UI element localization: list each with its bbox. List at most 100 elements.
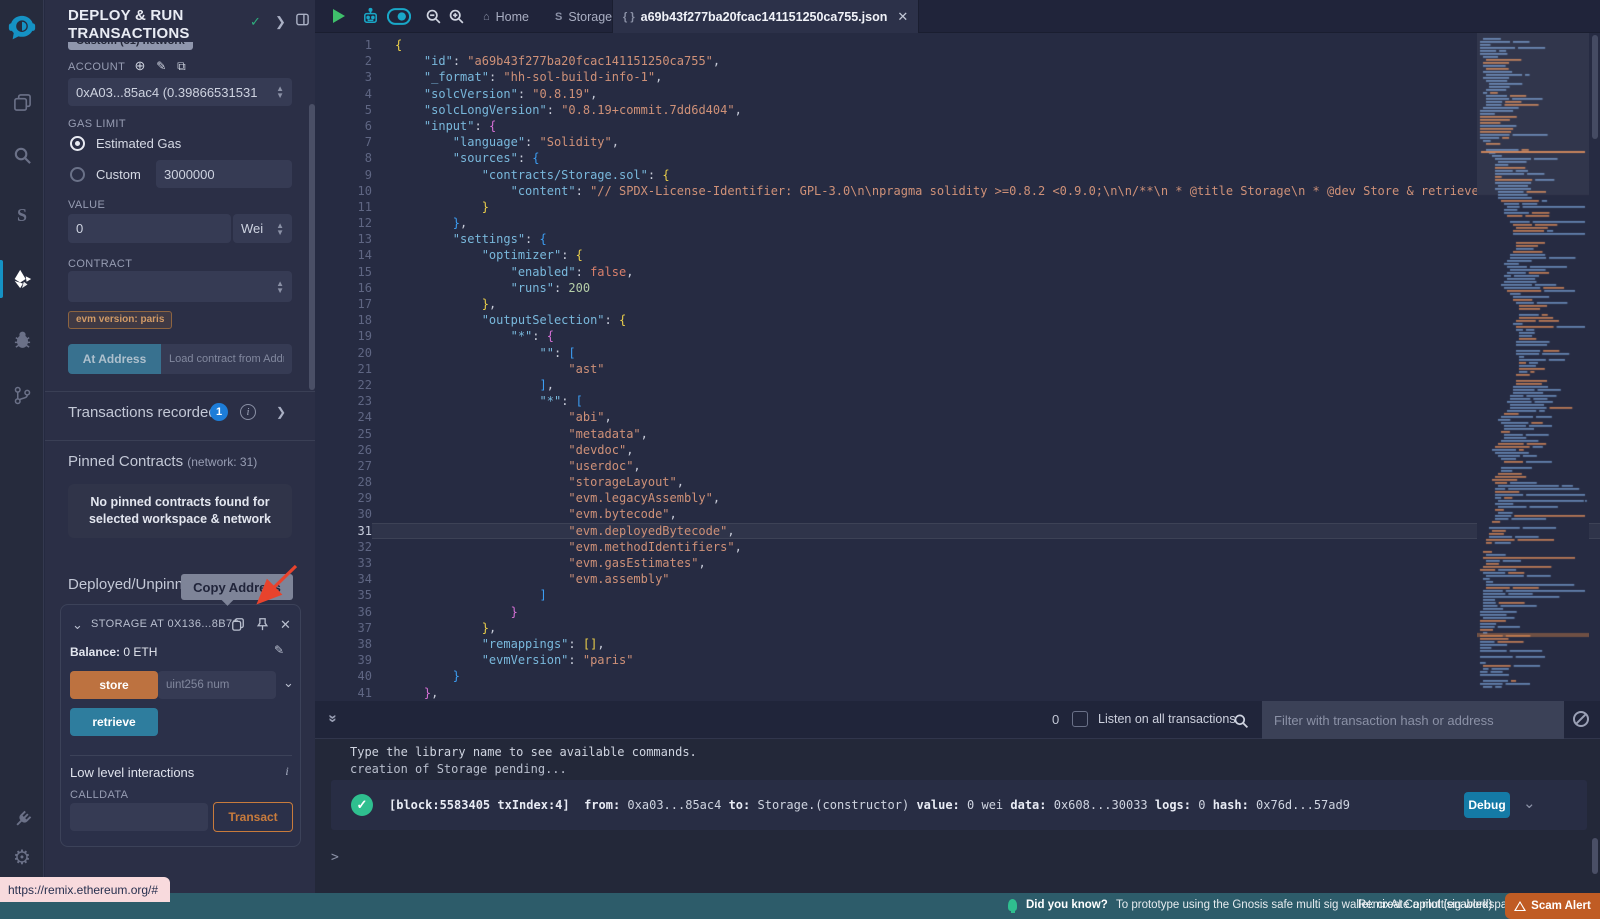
code-line[interactable]: 21 "ast" (315, 361, 1600, 377)
code-line[interactable]: 28 "storageLayout", (315, 474, 1600, 490)
code-line[interactable]: 16 "runs": 200 (315, 280, 1600, 296)
expand-chevron-icon[interactable]: ❯ (276, 405, 286, 419)
at-address-button[interactable]: At Address (68, 344, 161, 374)
code-line[interactable]: 3 "_format": "hh-sol-build-info-1", (315, 69, 1600, 85)
tab-build-info-json[interactable]: { } a69b43f277ba20fcac141151250ca755.jso… (612, 0, 919, 33)
code-line[interactable]: 35 ] (315, 587, 1600, 603)
code-line[interactable]: 19 "*": { (315, 328, 1600, 344)
debugger-icon[interactable] (0, 322, 44, 356)
code-line[interactable]: 15 "enabled": false, (315, 264, 1600, 280)
code-line[interactable]: 13 "settings": { (315, 231, 1600, 247)
code-line[interactable]: 22 ], (315, 377, 1600, 393)
code-line[interactable]: 12 }, (315, 215, 1600, 231)
info-icon[interactable]: i (279, 763, 295, 779)
code-line[interactable]: 31 "evm.deployedBytecode", (315, 523, 1600, 539)
code-line[interactable]: 36 } (315, 604, 1600, 620)
transaction-filter-input[interactable] (1262, 701, 1564, 739)
terminal-prompt[interactable]: > (331, 850, 339, 865)
custom-gas-input[interactable] (156, 160, 292, 188)
minimap[interactable] (1477, 33, 1589, 701)
code-line[interactable]: 40 } (315, 668, 1600, 684)
code-line[interactable]: 39 "evmVersion": "paris" (315, 652, 1600, 668)
code-line[interactable]: 17 }, (315, 296, 1600, 312)
settings-icon[interactable]: ⚙ (0, 840, 44, 874)
expand-terminal-icon[interactable]: » (325, 714, 342, 722)
retrieve-button[interactable]: retrieve (70, 708, 158, 736)
collapse-chevron-icon[interactable]: ❯ (275, 14, 286, 30)
pin-panel-icon[interactable] (295, 12, 310, 30)
code-line[interactable]: 41 }, (315, 685, 1600, 701)
code-line[interactable]: 26 "devdoc", (315, 442, 1600, 458)
store-button[interactable]: store (70, 671, 158, 699)
code-line[interactable]: 29 "evm.legacyAssembly", (315, 490, 1600, 506)
code-line[interactable]: 27 "userdoc", (315, 458, 1600, 474)
copy-address-icon[interactable] (231, 617, 245, 636)
solidity-compiler-icon[interactable]: S (0, 198, 44, 232)
stepper-icon[interactable]: ▲▼ (276, 222, 284, 236)
code-line[interactable]: 8 "sources": { (315, 150, 1600, 166)
listen-checkbox[interactable] (1072, 711, 1088, 727)
search-icon[interactable] (0, 138, 44, 172)
value-input[interactable] (68, 214, 231, 243)
code-line[interactable]: 33 "evm.gasEstimates", (315, 555, 1600, 571)
code-line[interactable]: 20 "": [ (315, 345, 1600, 361)
code-line[interactable]: 37 }, (315, 620, 1600, 636)
transact-button[interactable]: Transact (213, 802, 293, 832)
file-explorer-icon[interactable] (0, 85, 44, 119)
estimated-gas-radio[interactable] (70, 136, 85, 151)
stepper-icon[interactable]: ▲▼ (276, 280, 284, 294)
account-select[interactable]: 0xA03...85ac4 (0.39866531531 ▲▼ (68, 78, 292, 106)
copilot-toggle-icon[interactable] (387, 6, 411, 26)
copy-account-icon[interactable]: ⧉ (177, 59, 186, 73)
ai-copilot-robot-icon[interactable] (361, 6, 380, 26)
code-line[interactable]: 18 "outputSelection": { (315, 312, 1600, 328)
deploy-run-icon[interactable] (0, 262, 44, 296)
code-line[interactable]: 9 "contracts/Storage.sol": { (315, 167, 1600, 183)
code-editor[interactable]: 1{2 "id": "a69b43f277ba20fcac141151250ca… (315, 33, 1600, 701)
editor-scrollbar[interactable] (1590, 33, 1600, 701)
calldata-input[interactable] (70, 803, 208, 831)
code-line[interactable]: 34 "evm.assembly" (315, 571, 1600, 587)
run-script-icon[interactable] (333, 6, 345, 26)
transaction-log[interactable]: ✓ [block:5583405 txIndex:4] from: 0xa03.… (331, 780, 1587, 830)
code-line[interactable]: 5 "solcLongVersion": "0.8.19+commit.7dd6… (315, 102, 1600, 118)
plugin-manager-icon[interactable] (0, 802, 44, 836)
close-tab-icon[interactable]: ✕ (897, 9, 908, 25)
expand-transaction-chevron-icon[interactable]: ⌄ (1523, 794, 1536, 812)
scam-alert-button[interactable]: Scam Alert (1505, 893, 1600, 919)
code-line[interactable]: 14 "optimizer": { (315, 247, 1600, 263)
code-line[interactable]: 1{ (315, 37, 1600, 53)
code-line[interactable]: 30 "evm.bytecode", (315, 506, 1600, 522)
code-line[interactable]: 25 "metadata", (315, 426, 1600, 442)
code-line[interactable]: 10 "content": "// SPDX-License-Identifie… (315, 183, 1600, 199)
pin-contract-icon[interactable] (256, 617, 269, 636)
code-line[interactable]: 6 "input": { (315, 118, 1600, 134)
expand-args-chevron-icon[interactable]: ⌄ (283, 675, 294, 691)
close-contract-icon[interactable]: ✕ (280, 617, 291, 633)
contract-select[interactable]: ▲▼ (68, 271, 292, 302)
clear-console-icon[interactable] (1573, 711, 1589, 727)
at-address-input[interactable] (161, 344, 292, 374)
stepper-icon[interactable]: ▲▼ (276, 85, 284, 99)
zoom-in-icon[interactable] (448, 6, 465, 26)
code-line[interactable]: 32 "evm.methodIdentifiers", (315, 539, 1600, 555)
edit-account-icon[interactable]: ✎ (156, 59, 166, 73)
code-line[interactable]: 2 "id": "a69b43f277ba20fcac141151250ca75… (315, 53, 1600, 69)
value-unit-select[interactable]: Wei ▲▼ (233, 214, 292, 243)
code-line[interactable]: 38 "remappings": [], (315, 636, 1600, 652)
code-line[interactable]: 24 "abi", (315, 409, 1600, 425)
search-icon[interactable] (1233, 711, 1249, 731)
code-line[interactable]: 23 "*": [ (315, 393, 1600, 409)
terminal-scrollbar[interactable] (1592, 838, 1598, 874)
code-line[interactable]: 11 } (315, 199, 1600, 215)
store-args-input[interactable] (158, 671, 276, 699)
debug-button[interactable]: Debug (1464, 792, 1510, 818)
panel-scrollbar[interactable] (309, 104, 315, 390)
tab-home[interactable]: ⌂ Home (473, 0, 539, 33)
add-account-icon[interactable]: ⊕ (134, 58, 145, 73)
info-icon[interactable]: i (240, 404, 256, 420)
zoom-out-icon[interactable] (425, 6, 442, 26)
custom-gas-radio[interactable] (70, 167, 85, 182)
remix-logo[interactable] (0, 12, 44, 46)
edit-balance-icon[interactable]: ✎ (274, 643, 284, 657)
